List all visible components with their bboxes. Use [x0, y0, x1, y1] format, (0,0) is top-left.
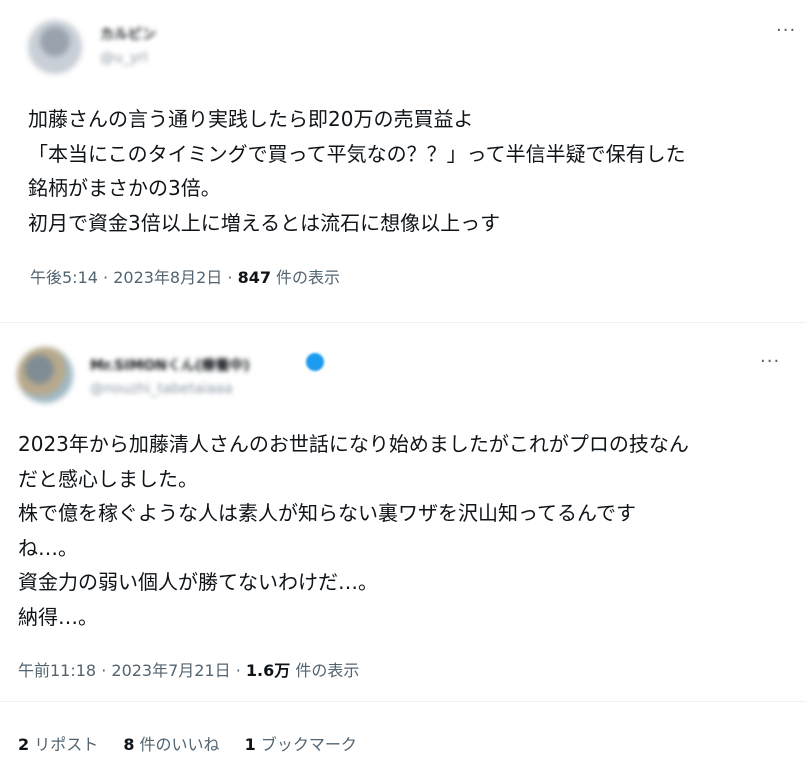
tweet-text: 2023年から加藤清人さんのお世話になり始めましたがこれがプロの技なん だと感心…: [18, 427, 689, 634]
meta-separator: ·: [230, 661, 246, 680]
views-label: 件の表示: [270, 268, 341, 287]
tweet-time-link[interactable]: 午前11:18 · 2023年7月21日: [18, 661, 231, 680]
author-name[interactable]: カルビン: [100, 24, 156, 44]
bookmarks-link[interactable]: 1 ブックマーク: [245, 731, 357, 755]
tweet-time: 午後5:14: [30, 268, 98, 287]
more-options-icon[interactable]: ···: [760, 351, 780, 372]
views-link[interactable]: 1.6万 件の表示: [246, 661, 359, 680]
more-options-icon[interactable]: ···: [776, 20, 796, 41]
tweet-text-line: だと感心しました。: [18, 466, 198, 491]
author-handle[interactable]: @u_yrl: [100, 50, 148, 66]
views-link[interactable]: 847 件の表示: [238, 268, 341, 287]
tweet-text-line: 初月で資金3倍以上に増えるとは流石に想像以上っす: [28, 210, 501, 235]
tweet-time-link[interactable]: 午後5:14 · 2023年8月2日: [30, 268, 222, 287]
likes-link[interactable]: 8 件のいいね: [123, 731, 219, 755]
reposts-count: 2: [18, 735, 30, 754]
feed-gap: [0, 310, 806, 322]
tweet-card[interactable]: カルビン @u_yrl ··· 加藤さんの言う通り実践したら即20万の売買益よ …: [6, 0, 806, 310]
tweet-meta: 午前11:18 · 2023年7月21日 · 1.6万 件の表示: [18, 657, 359, 681]
tweet-card[interactable]: Mr.SIMONくん(療養中) @nouzhi_tabetaiaaa ··· 2…: [0, 322, 806, 767]
meta-separator: ·: [96, 661, 112, 680]
tweet-text: 加藤さんの言う通り実践したら即20万の売買益よ 「本当にこのタイミングで買って平…: [28, 102, 686, 240]
tweet-text-line: 「本当にこのタイミングで買って平気なの？？」って半信半疑で保有した: [28, 141, 686, 166]
tweet-text-line: 加藤さんの言う通り実践したら即20万の売買益よ: [28, 107, 474, 131]
likes-count: 8: [123, 735, 135, 754]
author-handle[interactable]: @nouzhi_tabetaiaaa: [90, 381, 233, 397]
views-label: 件の表示: [290, 661, 360, 680]
meta-separator: ·: [222, 268, 238, 287]
tweet-text-line: 銘柄がまさかの3倍。: [28, 176, 221, 200]
tweet-text-line: 納得…。: [18, 604, 98, 629]
avatar[interactable]: [17, 347, 73, 403]
views-count: 1.6万: [245, 661, 291, 680]
avatar[interactable]: [28, 20, 82, 74]
tweet-time: 午前11:18: [18, 661, 97, 680]
tweet-text-line: 株で億を稼ぐような人は素人が知らない裏ワザを沢山知ってるんです: [18, 501, 636, 525]
meta-separator: ·: [97, 268, 114, 287]
engagement-stats: 2 リポスト 8 件のいいね 1 ブックマーク: [18, 731, 377, 755]
tweet-date: 2023年7月21日: [111, 661, 231, 680]
likes-label: 件のいいね: [134, 735, 220, 754]
tweet-text-line: 2023年から加藤清人さんのお世話になり始めましたがこれがプロの技なん: [18, 432, 689, 456]
tweet-text-line: 資金力の弱い個人が勝てないわけだ…。: [18, 570, 378, 594]
bookmarks-label: ブックマーク: [255, 735, 357, 754]
tweet-date: 2023年8月2日: [113, 268, 223, 287]
reposts-link[interactable]: 2 リポスト: [18, 731, 98, 755]
views-count: 847: [237, 268, 271, 287]
divider: [0, 701, 806, 702]
tweet-meta: 午後5:14 · 2023年8月2日 · 847 件の表示: [30, 264, 340, 288]
bookmarks-count: 1: [244, 735, 256, 754]
reposts-label: リポスト: [29, 735, 99, 754]
verified-badge-icon: [306, 353, 324, 371]
tweet-text-line: ね…。: [18, 535, 78, 560]
author-name[interactable]: Mr.SIMONくん(療養中): [90, 355, 250, 375]
